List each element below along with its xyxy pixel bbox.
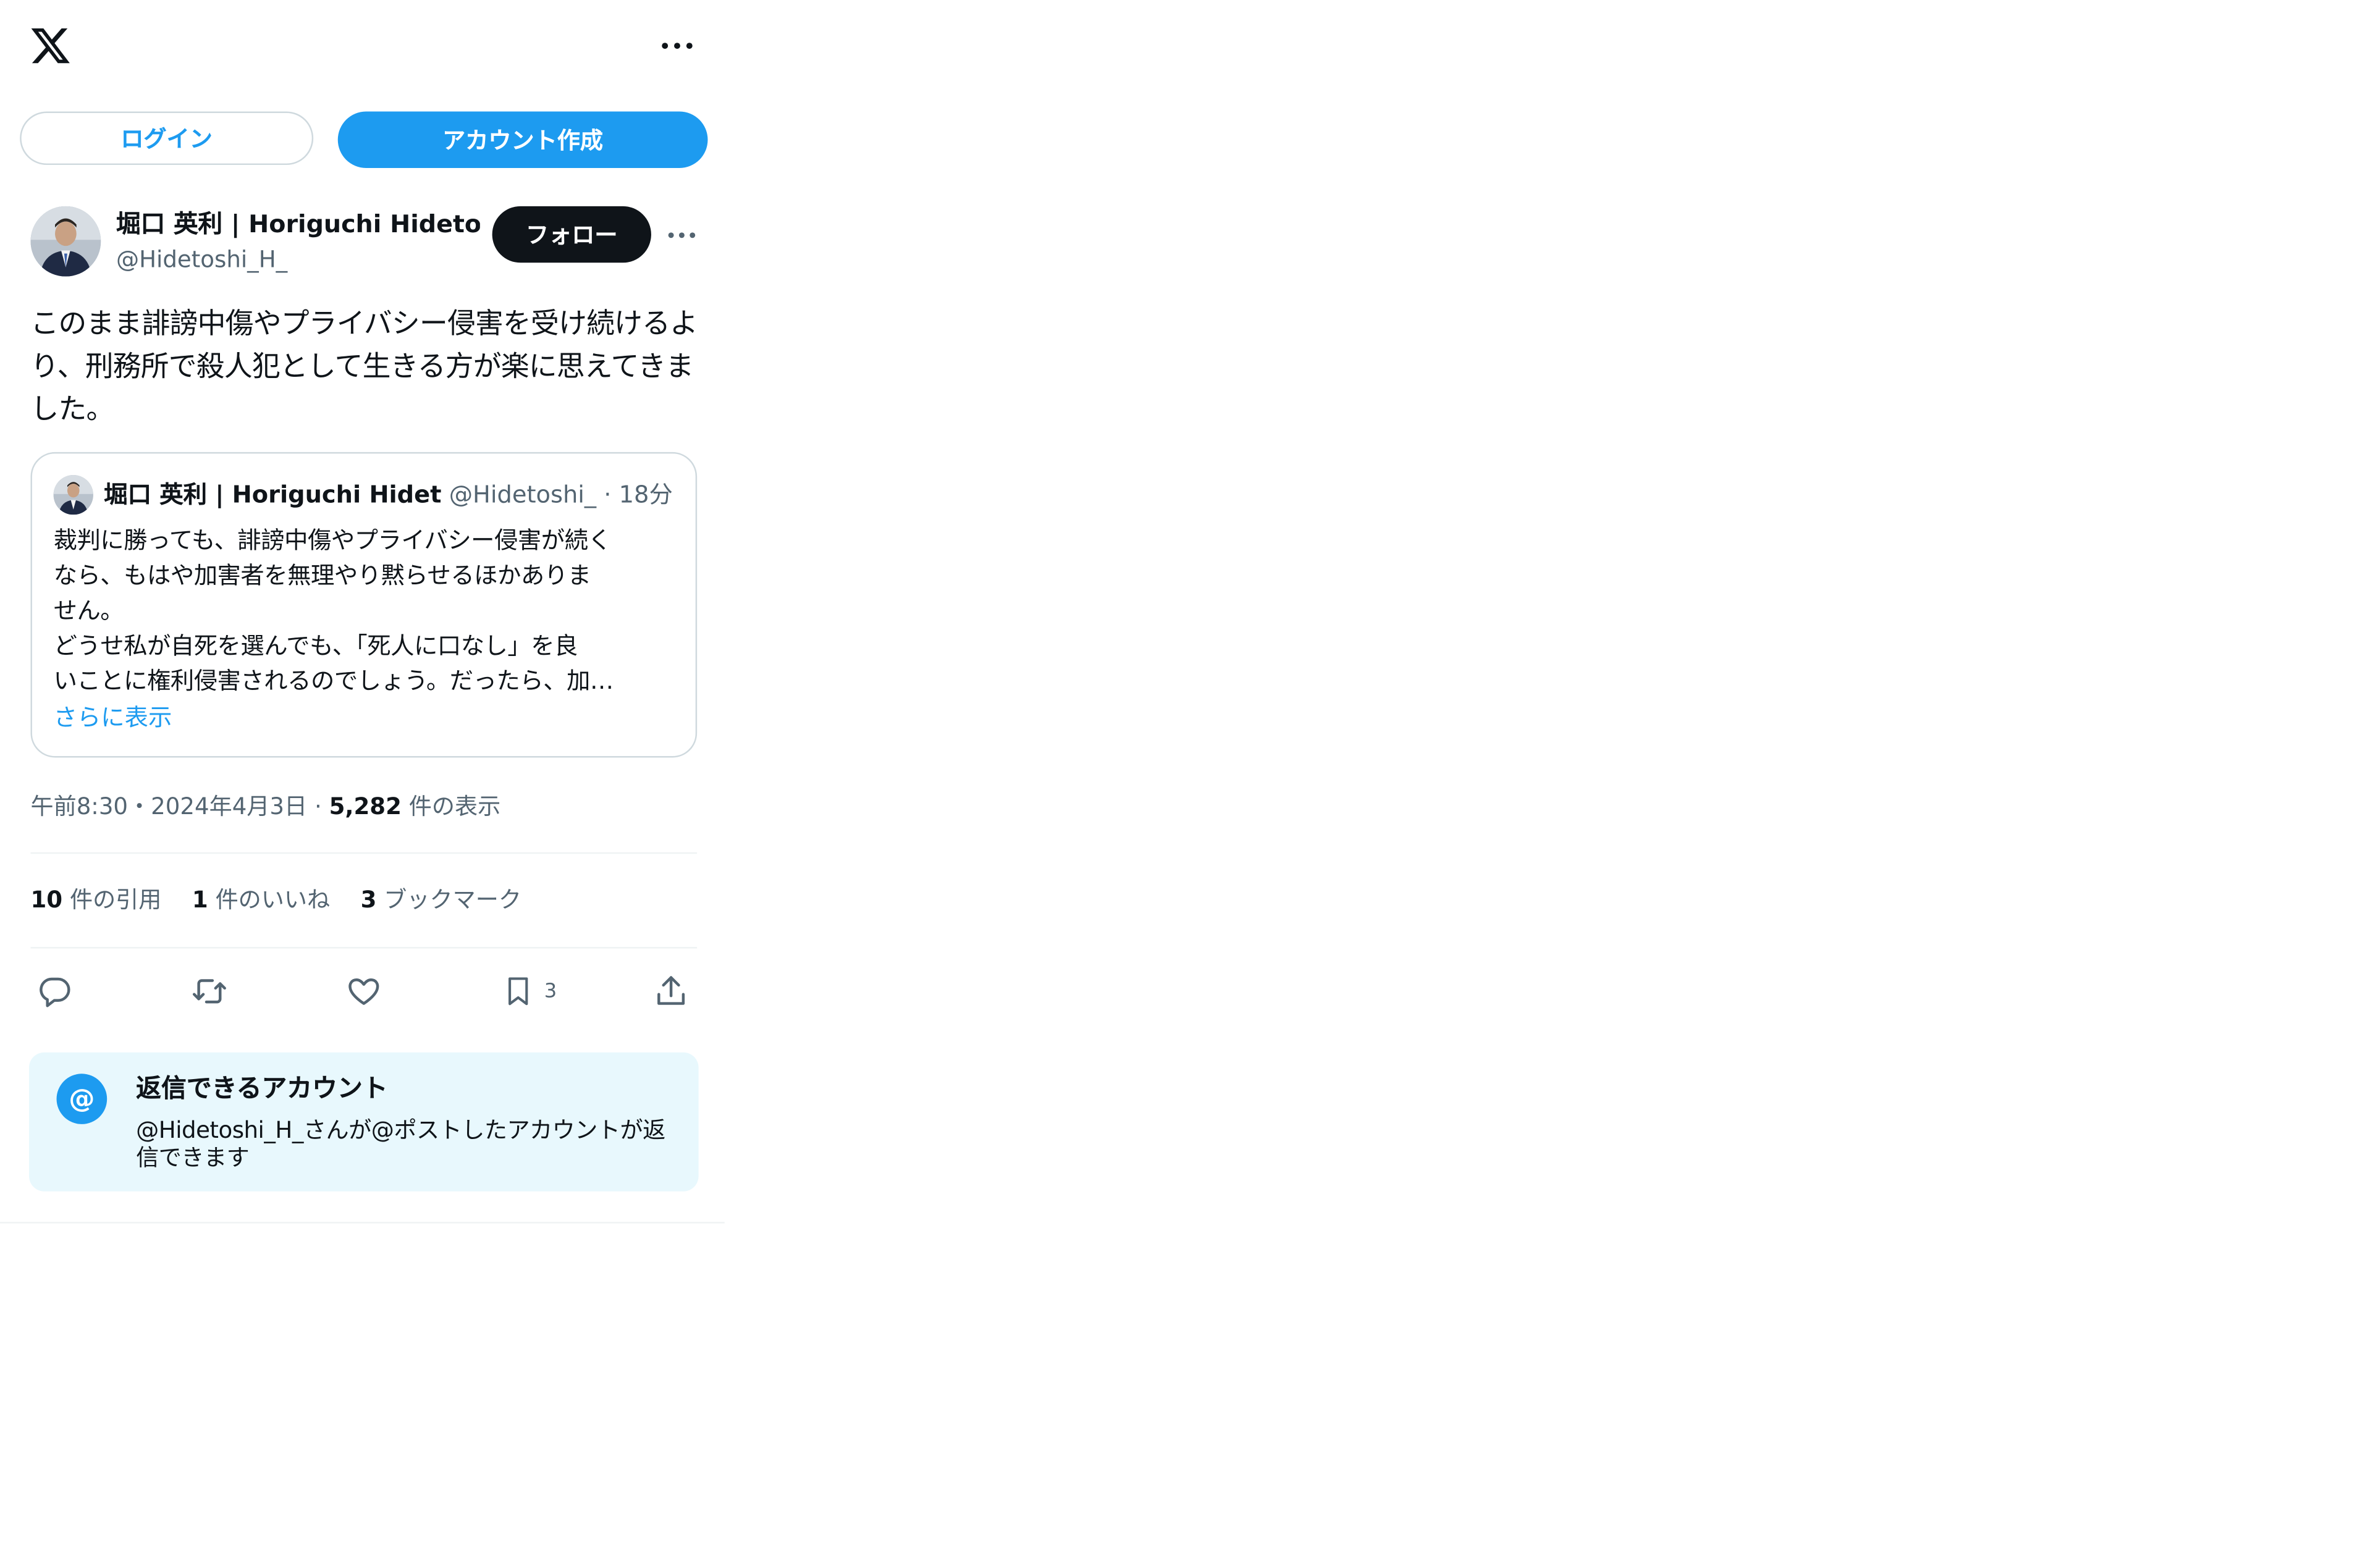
tweet-column: ログイン アカウント作成 堀口 英利 | Horiguchi Hidetos @…: [0, 0, 725, 1224]
quoted-author-handle: @Hidetoshi_: [449, 481, 597, 509]
quotes-count: 10: [30, 886, 63, 914]
quotes-stat[interactable]: 10 件の引用: [30, 886, 161, 914]
follow-button[interactable]: フォロー: [492, 206, 651, 263]
post-stats: 10 件の引用 1 件のいいね 3 ブックマーク: [30, 883, 552, 916]
author-name[interactable]: 堀口 英利 | Horiguchi Hidetos: [116, 208, 480, 241]
divider: [30, 947, 698, 949]
post-more-icon[interactable]: [667, 223, 697, 248]
create-account-button[interactable]: アカウント作成: [337, 111, 708, 168]
post-text: このまま誹謗中傷やプライバシー侵害を受け続けるより、刑務所で殺人犯として生きる方…: [30, 308, 698, 426]
likes-stat[interactable]: 1 件のいいね: [192, 886, 330, 914]
quoted-text-line: どうせ私が自死を選んでも、「死人に口なし」を良: [53, 632, 578, 660]
login-button[interactable]: ログイン: [20, 111, 314, 166]
meta-separator: ·: [307, 793, 329, 820]
likes-count: 1: [192, 886, 208, 914]
reply-icon: [36, 973, 73, 1009]
more-horizontal-icon[interactable]: [657, 30, 697, 61]
repost-button[interactable]: [190, 969, 229, 1014]
notice-title: 返信できるアカウント: [136, 1074, 388, 1103]
quotes-label: 件の引用: [69, 886, 162, 914]
quoted-author-name: 堀口 英利 | Horiguchi Hidet: [104, 481, 442, 509]
bookmark-count: 3: [544, 980, 557, 1003]
like-icon: [345, 973, 382, 1009]
post-timestamp[interactable]: 午前8:30・2024年4月3日: [30, 793, 307, 820]
bookmarks-label: ブックマーク: [384, 886, 521, 914]
page: ログイン アカウント作成 堀口 英利 | Horiguchi Hidetos @…: [0, 0, 2380, 1564]
quoted-text-line: なら、もはや加害者を無理やり黙らせるほかありま: [53, 561, 591, 590]
reply-button[interactable]: [36, 969, 73, 1014]
author-handle[interactable]: @Hidetoshi_H_: [116, 245, 287, 275]
at-sign-icon: @: [56, 1074, 108, 1124]
quoted-avatar: [53, 475, 93, 515]
bookmark-button[interactable]: 3: [501, 969, 557, 1014]
share-button[interactable]: [652, 969, 689, 1014]
bookmarks-stat[interactable]: 3 ブックマーク: [361, 886, 521, 914]
quoted-text-line: せん。: [53, 597, 124, 625]
share-icon: [652, 973, 689, 1009]
quoted-text: 裁判に勝っても、誹謗中傷やプライバシー侵害が続く なら、もはや加害者を無理やり黙…: [54, 524, 680, 699]
likes-label: 件のいいね: [215, 886, 331, 914]
x-logo-icon[interactable]: [29, 25, 72, 67]
quoted-text-line: 裁判に勝っても、誹謗中傷やプライバシー侵害が続く: [53, 527, 612, 555]
quoted-time: 18分: [618, 481, 673, 509]
notice-body: @Hidetoshi_H_さんが@ポストしたアカウントが返信できます: [136, 1116, 665, 1172]
views-label: 件の表示: [408, 793, 501, 820]
reply-restriction-notice: @ 返信できるアカウント @Hidetoshi_H_さんが@ポストしたアカウント…: [29, 1052, 699, 1192]
quoted-header: 堀口 英利 | Horiguchi Hidet @Hidetoshi_ · 18…: [104, 478, 678, 511]
bookmark-icon: [501, 973, 534, 1009]
repost-icon: [190, 973, 229, 1009]
quoted-dot: ·: [596, 481, 619, 509]
quoted-text-line: いことに権利侵害されるのでしょう。だったら、加…: [53, 667, 614, 696]
avatar[interactable]: [30, 206, 101, 277]
views-count: 5,282: [329, 793, 402, 820]
post-meta: 午前8:30・2024年4月3日 · 5,282 件の表示: [30, 789, 500, 823]
divider: [30, 852, 698, 854]
like-button[interactable]: [345, 969, 382, 1014]
quoted-post[interactable]: 堀口 英利 | Horiguchi Hidet @Hidetoshi_ · 18…: [30, 452, 698, 758]
show-more-link[interactable]: さらに表示: [54, 701, 172, 736]
bookmarks-count: 3: [360, 886, 377, 914]
